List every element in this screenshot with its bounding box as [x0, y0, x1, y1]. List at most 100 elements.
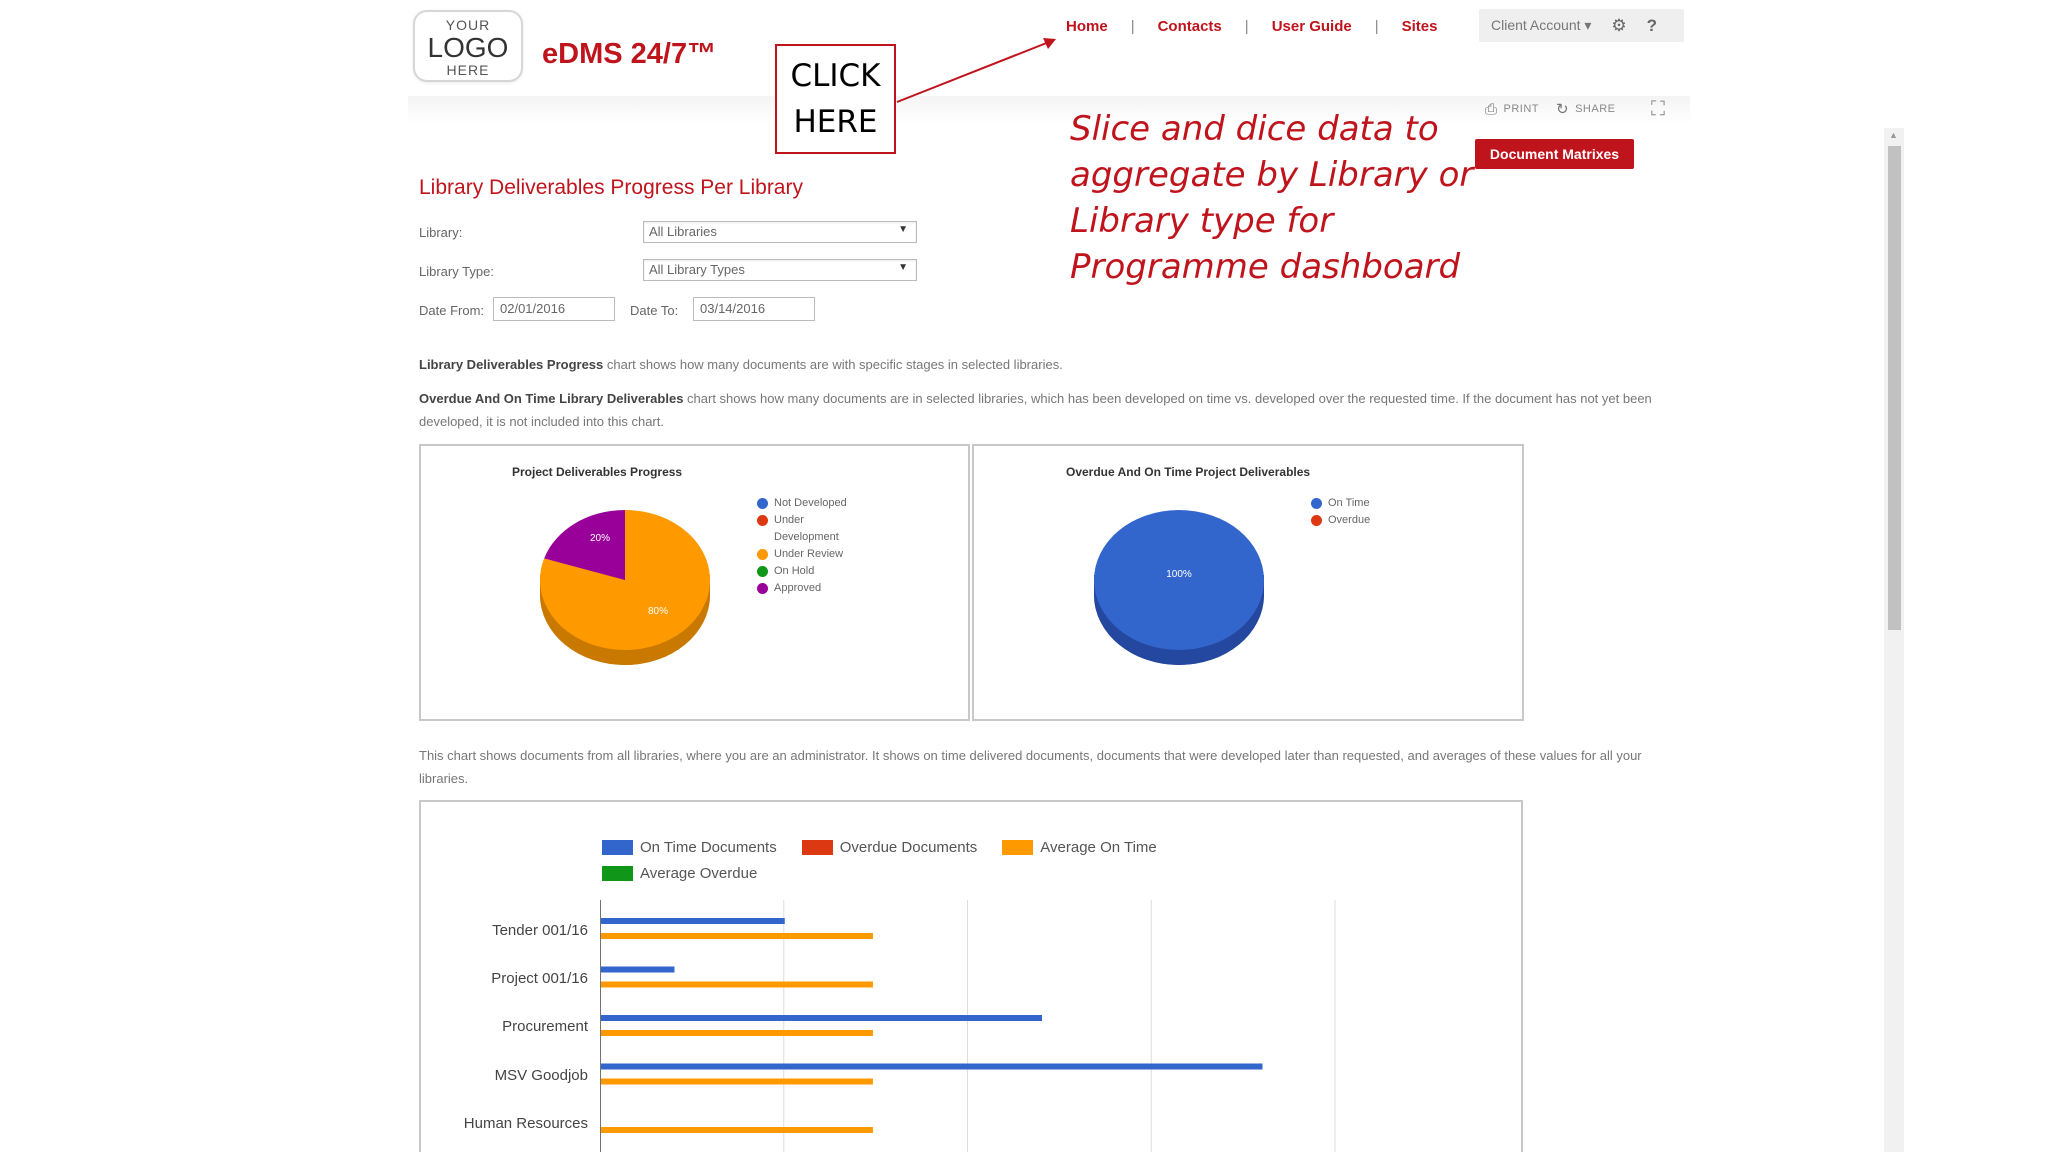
- overdue-pie-chart: 100%: [1094, 510, 1264, 665]
- legend-swatch: [801, 840, 833, 855]
- overdue-description-bold: Overdue And On Time Library Deliverables: [419, 391, 684, 406]
- logo-line-2: LOGO: [427, 32, 509, 63]
- library-select-value: All Libraries: [649, 224, 717, 239]
- nav-separator: |: [1130, 17, 1135, 35]
- date-from-label: Date From:: [419, 303, 485, 318]
- overdue-description: Overdue And On Time Library Deliverables…: [419, 387, 1659, 433]
- click-here-callout: CLICK HERE: [775, 44, 896, 154]
- library-type-select[interactable]: All Library Types ▼: [643, 259, 917, 281]
- bar-legend-item[interactable]: Average On Time: [1002, 839, 1157, 856]
- library-type-select-value: All Library Types: [649, 262, 745, 277]
- bar-average-on-time[interactable]: [601, 981, 873, 988]
- library-type-label: Library Type:: [419, 264, 494, 279]
- print-button[interactable]: ⎙ PRINT: [1485, 101, 1539, 118]
- brand-title: eDMS 24/7™: [542, 38, 717, 70]
- legend-item[interactable]: Under Review: [757, 546, 867, 563]
- legend-item[interactable]: Not Developed: [757, 495, 867, 512]
- legend-label: Not Developed: [774, 497, 847, 509]
- legend-dot: [757, 583, 768, 594]
- bar-average-on-time[interactable]: [601, 933, 873, 939]
- bar-on-time-documents[interactable]: [601, 918, 785, 924]
- legend-dot: [1311, 515, 1322, 526]
- progress-pie-chart: 20% 80%: [540, 510, 710, 665]
- bar-average-on-time[interactable]: [601, 1078, 873, 1085]
- legend-swatch: [602, 866, 633, 881]
- settings-gear-icon[interactable]: ⚙: [1611, 16, 1626, 36]
- bar-average-on-time[interactable]: [601, 1127, 873, 1133]
- scrollbar-thumb[interactable]: [1888, 146, 1901, 630]
- legend-label: On Time Documents: [640, 839, 777, 856]
- bar-category-label: Tender 001/16: [492, 922, 588, 939]
- bar-legend-item[interactable]: Overdue Documents: [801, 839, 978, 856]
- progress-description-text: chart shows how many documents are with …: [603, 357, 1063, 372]
- legend-item[interactable]: Overdue: [1311, 512, 1421, 529]
- legend-label: Overdue: [1328, 514, 1371, 526]
- bar-on-time-documents[interactable]: [601, 1015, 1042, 1021]
- account-bar: Client Account ▾ ⚙ ?: [1479, 9, 1684, 42]
- dropdown-arrow-icon: ▼: [898, 224, 908, 235]
- legend-dot: [1311, 498, 1322, 509]
- share-icon: ↻: [1556, 101, 1570, 118]
- scroll-up-arrow-icon[interactable]: ▲: [1889, 130, 1898, 140]
- bar-category-label: MSV Goodjob: [494, 1067, 588, 1084]
- overdue-pie-title: Overdue And On Time Project Deliverables: [1066, 465, 1311, 479]
- legend-item[interactable]: Under Development: [757, 512, 867, 546]
- legend-label: Average On Time: [1040, 839, 1157, 856]
- date-from-input[interactable]: 02/01/2016: [493, 297, 615, 321]
- logo-line-3: HERE: [446, 62, 490, 78]
- legend-dot: [757, 515, 768, 526]
- document-matrixes-button[interactable]: Document Matrixes: [1475, 139, 1634, 169]
- bar-legend-item[interactable]: On Time Documents: [602, 839, 777, 856]
- nav-contacts-link[interactable]: Contacts: [1158, 18, 1222, 35]
- bar-chart-plot: [600, 900, 1336, 1152]
- nav-separator: |: [1244, 17, 1249, 35]
- legend-item[interactable]: Approved: [757, 580, 867, 597]
- callout-annotation-text: Slice and dice data to aggregate by Libr…: [1070, 109, 1474, 287]
- bar-on-time-documents[interactable]: [601, 966, 675, 973]
- pie-label-on-time: 100%: [1166, 569, 1192, 580]
- logo[interactable]: YOUR LOGO HERE: [413, 10, 523, 82]
- progress-pie-title: Project Deliverables Progress: [512, 465, 683, 479]
- bar-legend-row-1: On Time Documents Overdue Documents Aver…: [602, 839, 1157, 856]
- legend-label: On Time: [1328, 497, 1370, 509]
- legend-label: Average Overdue: [640, 865, 758, 882]
- date-to-label: Date To:: [630, 303, 679, 318]
- bar-legend-row-2: Average Overdue: [602, 865, 757, 882]
- date-to-input[interactable]: 03/14/2016: [693, 297, 815, 321]
- bar-category-label: Procurement: [502, 1018, 588, 1035]
- fullscreen-icon[interactable]: ⛶: [1651, 98, 1665, 121]
- help-icon[interactable]: ?: [1647, 16, 1657, 36]
- legend-swatch: [602, 840, 633, 855]
- legend-label: Approved: [774, 582, 822, 594]
- printer-icon: ⎙: [1485, 100, 1498, 118]
- bar-legend-item[interactable]: Average Overdue: [602, 865, 757, 882]
- client-account-dropdown[interactable]: Client Account ▾: [1491, 17, 1591, 34]
- legend-label: Under Review: [774, 548, 844, 560]
- click-here-line-1: CLICK: [790, 58, 881, 94]
- progress-description: Library Deliverables Progress chart show…: [419, 353, 1659, 376]
- nav-home-link[interactable]: Home: [1066, 18, 1108, 35]
- nav-sites-link[interactable]: Sites: [1402, 18, 1438, 35]
- bar-on-time-documents[interactable]: [601, 1063, 1263, 1070]
- click-here-line-2: HERE: [793, 104, 878, 140]
- bar-average-on-time[interactable]: [601, 1030, 873, 1036]
- legend-label: Under Development: [774, 514, 839, 543]
- library-select[interactable]: All Libraries ▼: [643, 221, 917, 243]
- legend-swatch: [1002, 840, 1034, 855]
- print-label: PRINT: [1503, 103, 1540, 115]
- page-tools: ⎙ PRINT ↻ SHARE: [1485, 100, 1633, 119]
- overdue-pie-legend: On Time Overdue: [1311, 495, 1421, 529]
- pie-label-under-review: 80%: [648, 606, 668, 617]
- legend-label: Overdue Documents: [839, 839, 978, 856]
- nav-user-guide-link[interactable]: User Guide: [1272, 18, 1352, 35]
- pie-slice-on-time[interactable]: [1094, 510, 1264, 650]
- legend-item[interactable]: On Time: [1311, 495, 1421, 512]
- legend-dot: [757, 498, 768, 509]
- share-button[interactable]: ↻ SHARE: [1556, 100, 1615, 118]
- share-label: SHARE: [1575, 103, 1616, 115]
- nav-separator: |: [1374, 17, 1379, 35]
- progress-description-bold: Library Deliverables Progress: [419, 357, 604, 372]
- bar-category-label: Human Resources: [463, 1115, 588, 1132]
- page-title: Library Deliverables Progress Per Librar…: [419, 176, 803, 199]
- legend-item[interactable]: On Hold: [757, 563, 867, 580]
